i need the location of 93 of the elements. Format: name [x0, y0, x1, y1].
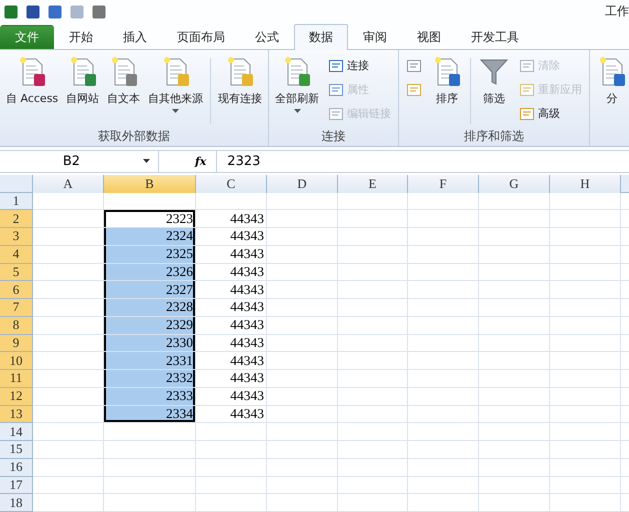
formula-field[interactable]: 2323	[216, 150, 629, 172]
row-header[interactable]: 8	[0, 316, 33, 335]
table-cell: 2327	[104, 281, 196, 300]
table-cell: 44343	[196, 388, 267, 406]
ribbon-button[interactable]: 筛选	[474, 54, 514, 128]
row-header[interactable]: 13	[0, 406, 33, 424]
small-command-icon	[406, 58, 422, 74]
caret-icon	[172, 108, 180, 113]
table-cell: 44343	[196, 264, 267, 282]
column-header[interactable]: C	[196, 174, 267, 194]
small-command-icon	[519, 58, 536, 74]
row-header[interactable]: 6	[0, 281, 33, 300]
table-cell: 44343	[196, 406, 267, 424]
ribbon-tab[interactable]: 开发工具	[456, 24, 534, 49]
function-label[interactable]: fx	[195, 154, 206, 168]
table-cell: 2323	[104, 210, 196, 228]
select-all-corner[interactable]	[0, 174, 33, 193]
row-header[interactable]: 5	[0, 264, 33, 282]
row-header[interactable]: 12	[0, 388, 33, 406]
column-header[interactable]: A	[33, 174, 104, 194]
row-header[interactable]: 4	[0, 246, 33, 264]
ribbon-tab[interactable]: 页面布局	[162, 24, 240, 49]
ribbon-button[interactable]: 现有连接	[214, 54, 266, 128]
ribbon-tab[interactable]: 开始	[54, 24, 108, 49]
table-cell: 44343	[196, 370, 267, 388]
table-cell: 44343	[196, 334, 267, 352]
small-command-icon	[328, 82, 344, 98]
row-header[interactable]: 14	[0, 423, 33, 442]
ribbon-button[interactable]: 全部刷新	[271, 54, 324, 128]
table-cell: 44343	[196, 228, 267, 246]
toolbar-icon[interactable]	[47, 4, 63, 20]
table-cell: 2330	[104, 334, 196, 352]
ribbon-small-button[interactable]: 高级	[519, 104, 582, 124]
caret-icon	[143, 159, 150, 164]
group-label: 获取外部数据	[97, 128, 172, 145]
ribbon-tab[interactable]: 视图	[402, 24, 456, 49]
table-cell: 2325	[104, 246, 196, 264]
table-cell: 2324	[104, 228, 196, 246]
group-label: 连接	[320, 128, 347, 145]
row-header[interactable]: 15	[0, 441, 33, 459]
small-command-icon	[328, 58, 344, 74]
ribbon-tab[interactable]: 插入	[108, 24, 162, 49]
table-cell: 44343	[196, 299, 267, 317]
row-header[interactable]: 17	[0, 476, 33, 494]
name-box[interactable]: B2	[0, 150, 159, 172]
small-command-icon	[328, 106, 344, 122]
table-cell: 2326	[104, 264, 196, 282]
row-header[interactable]: 3	[0, 228, 33, 246]
toolbar-icon[interactable]	[3, 4, 19, 20]
row-header[interactable]: 9	[0, 334, 33, 352]
ribbon-tab[interactable]: 审阅	[348, 24, 402, 49]
row-header[interactable]: 11	[0, 370, 33, 388]
ribbon-button[interactable]: 排序	[427, 54, 468, 128]
ribbon-tab[interactable]: 文件	[0, 24, 54, 49]
ribbon-button[interactable]: 自网站	[62, 54, 104, 128]
ribbon-button[interactable]: 分	[592, 54, 629, 146]
row-header[interactable]: 18	[0, 494, 33, 512]
column-header[interactable]: B	[104, 174, 196, 194]
column-header[interactable]: G	[479, 174, 550, 194]
row-header[interactable]: 10	[0, 352, 33, 370]
table-cell: 2334	[104, 406, 196, 424]
row-header[interactable]: 2	[0, 210, 33, 228]
ribbon-small-button[interactable]: 连接	[328, 56, 392, 76]
table-cell: 2331	[104, 352, 196, 370]
row-header[interactable]: 7	[0, 299, 33, 317]
ribbon-button[interactable]: 自 Access	[2, 54, 62, 128]
ribbon-tab[interactable]: 数据	[294, 24, 348, 50]
column-header[interactable]: D	[267, 174, 338, 194]
table-cell: 2329	[104, 316, 196, 335]
table-cell: 2333	[104, 388, 196, 406]
table-cell: 44343	[196, 352, 267, 370]
small-command-icon	[406, 82, 422, 98]
window-title: 工作	[605, 3, 629, 20]
toolbar-icon[interactable]	[91, 4, 107, 20]
ribbon-button[interactable]: 自文本	[103, 54, 144, 128]
ribbon-button[interactable]: 自其他来源	[144, 54, 208, 128]
column-header[interactable]: F	[408, 174, 479, 194]
small-command-icon	[519, 106, 536, 122]
column-header[interactable]: H	[550, 174, 621, 194]
row-header[interactable]: 1	[0, 192, 33, 210]
table-cell: 44343	[196, 316, 267, 335]
small-command-icon	[519, 82, 536, 98]
caret-icon	[294, 108, 301, 113]
row-header[interactable]: 16	[0, 458, 33, 477]
column-header[interactable]: E	[338, 174, 408, 194]
group-label: 排序和筛选	[463, 128, 526, 145]
table-cell: 44343	[196, 246, 267, 264]
table-cell: 44343	[196, 210, 267, 228]
table-cell: 44343	[196, 281, 267, 300]
toolbar-icon[interactable]	[25, 4, 41, 20]
table-cell: 2328	[104, 299, 196, 317]
ribbon-tab[interactable]: 公式	[240, 24, 294, 49]
table-cell: 2332	[104, 370, 196, 388]
